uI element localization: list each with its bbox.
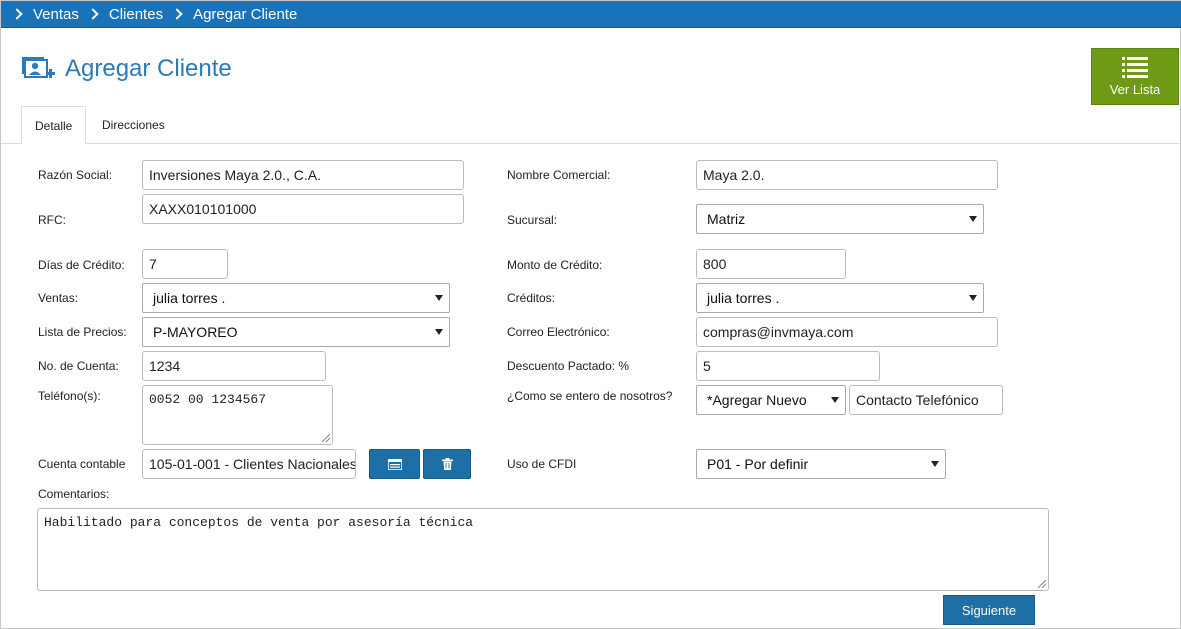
siguiente-button[interactable]: Siguiente [943, 595, 1035, 625]
page-title: Agregar Cliente [65, 55, 232, 82]
no-cuenta-label: No. de Cuenta: [38, 359, 119, 373]
telefonos-textarea[interactable]: 0052 00 1234567 [142, 385, 333, 445]
breadcrumb-item-clientes[interactable]: Clientes [87, 6, 163, 23]
breadcrumb-label[interactable]: Ventas [33, 6, 79, 23]
breadcrumb-label[interactable]: Clientes [109, 6, 163, 23]
sucursal-label: Sucursal: [507, 213, 558, 227]
chevron-right-icon [171, 8, 183, 20]
dias-credito-input[interactable]: 7 [142, 249, 228, 279]
list-icon [1122, 57, 1148, 78]
lista-precios-value: P-MAYOREO [153, 324, 238, 340]
correo-input[interactable]: compras@invmaya.com [696, 317, 998, 347]
monto-credito-label: Monto de Crédito: [507, 258, 603, 272]
dias-credito-label: Días de Crédito: [38, 258, 125, 272]
descuento-label: Descuento Pactado: % [507, 359, 630, 373]
dropdown-arrow-icon [435, 329, 443, 335]
ventas-label: Ventas: [38, 291, 79, 305]
monto-credito-input[interactable]: 800 [696, 249, 846, 279]
breadcrumb-label: Agregar Cliente [193, 5, 298, 23]
cuenta-contable-input[interactable]: 105-01-001 - Clientes Nacionales [142, 449, 356, 479]
sucursal-value: Matriz [707, 211, 746, 227]
trash-icon [441, 458, 453, 470]
chevron-right-icon [11, 8, 23, 20]
como-entero-input[interactable]: Contacto Telefónico [849, 385, 1003, 415]
como-entero-select[interactable]: *Agregar Nuevo [696, 385, 846, 415]
list-icon [387, 458, 402, 470]
lista-precios-label: Lista de Precios: [38, 325, 127, 339]
resize-handle-icon[interactable] [1038, 580, 1046, 588]
dropdown-arrow-icon [969, 295, 977, 301]
dropdown-arrow-icon [435, 295, 443, 301]
creditos-label: Créditos: [507, 291, 556, 305]
tab-bar: Detalle Direcciones [1, 106, 1181, 145]
ver-lista-button[interactable]: Ver Lista [1091, 48, 1179, 105]
select-account-button[interactable] [369, 449, 420, 479]
resize-handle-icon[interactable] [322, 434, 330, 442]
page-header: Agregar Cliente [21, 53, 232, 85]
como-entero-label: ¿Como se entero de nosotros? [507, 389, 673, 403]
razon-social-label: Razón Social: [38, 168, 113, 182]
razon-social-input[interactable]: Inversiones Maya 2.0., C.A. [142, 160, 464, 190]
delete-account-button[interactable] [423, 449, 471, 479]
breadcrumb-item-ventas[interactable]: Ventas [11, 6, 79, 23]
sucursal-select[interactable]: Matriz [696, 204, 984, 234]
telefonos-value: 0052 00 1234567 [149, 392, 267, 407]
uso-cfdi-select[interactable]: P01 - Por definir [696, 449, 946, 479]
add-user-icon [22, 57, 55, 78]
creditos-select[interactable]: julia torres . [696, 283, 984, 313]
dropdown-arrow-icon [931, 461, 939, 467]
rfc-input[interactable]: XAXX010101000 [142, 194, 464, 224]
nombre-comercial-label: Nombre Comercial: [507, 168, 611, 182]
lista-precios-select[interactable]: P-MAYOREO [142, 317, 450, 347]
uso-cfdi-label: Uso de CFDI [507, 457, 577, 471]
creditos-value: julia torres . [707, 290, 780, 306]
ver-lista-label: Ver Lista [1109, 82, 1161, 97]
dropdown-arrow-icon [831, 397, 839, 403]
no-cuenta-input[interactable]: 1234 [142, 351, 326, 381]
telefonos-label: Teléfono(s): [38, 389, 101, 403]
ventas-value: julia torres . [153, 290, 226, 306]
como-entero-select-value: *Agregar Nuevo [707, 392, 807, 408]
breadcrumb: Ventas Clientes Agregar Cliente [1, 1, 1181, 28]
nombre-comercial-input[interactable]: Maya 2.0. [696, 160, 998, 190]
descuento-input[interactable]: 5 [696, 351, 880, 381]
tab-detalle[interactable]: Detalle [21, 106, 87, 145]
uso-cfdi-value: P01 - Por definir [707, 456, 809, 472]
tab-direcciones[interactable]: Direcciones [89, 106, 178, 144]
ventas-select[interactable]: julia torres . [142, 283, 450, 313]
comentarios-textarea[interactable]: Habilitado para conceptos de venta por a… [37, 508, 1049, 591]
correo-label: Correo Electrónico: [507, 325, 610, 339]
chevron-right-icon [87, 8, 99, 20]
rfc-label: RFC: [38, 213, 66, 227]
dropdown-arrow-icon [969, 216, 977, 222]
breadcrumb-item-agregar-cliente: Agregar Cliente [171, 5, 298, 23]
comentarios-value: Habilitado para conceptos de venta por a… [44, 515, 474, 530]
comentarios-label: Comentarios: [38, 487, 110, 501]
cuenta-contable-label: Cuenta contable [38, 457, 126, 471]
